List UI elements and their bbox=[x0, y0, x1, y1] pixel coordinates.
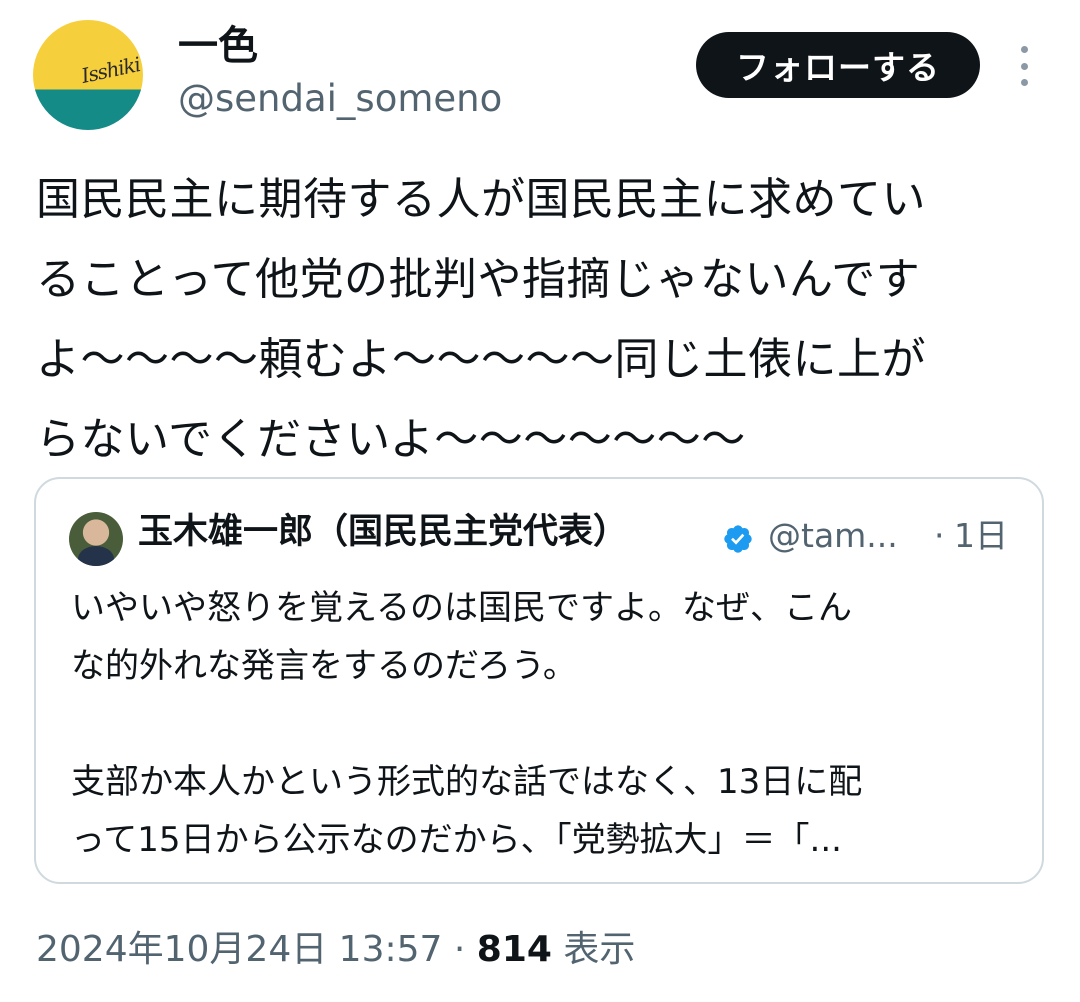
more-dot bbox=[1020, 62, 1028, 70]
quote-line bbox=[71, 695, 1021, 753]
quote-line: な的外れな発言をするのだろう。 bbox=[71, 646, 577, 686]
quoted-author-handle: @tam... bbox=[768, 516, 898, 555]
quoted-tweet-card[interactable]: 玉木雄一郎（国民民主党代表） @tam... · 1日 いやいや怒りを覚えるのは… bbox=[34, 477, 1044, 884]
quoted-tweet-text: いやいや怒りを覚えるのは国民ですよ。なぜ、こん な的外れな発言をするのだろう。 … bbox=[71, 579, 1021, 869]
quoted-author-name: 玉木雄一郎（国民民主党代表） bbox=[138, 512, 629, 552]
quoted-tweet-time: 1日 bbox=[954, 516, 1008, 555]
quoted-author-avatar bbox=[69, 512, 123, 566]
follow-button[interactable]: フォローする bbox=[696, 32, 980, 98]
tweet-line: よ〜〜〜〜頼むよ〜〜〜〜〜同じ土俵に上が bbox=[36, 334, 926, 385]
tweet-line: ることって他党の批判や指摘じゃないんです bbox=[36, 254, 921, 305]
quote-separator: · bbox=[934, 516, 945, 555]
tweet-line: らないでくださいよ〜〜〜〜〜〜〜 bbox=[36, 414, 746, 465]
meta-separator: · bbox=[442, 929, 477, 970]
verified-badge-icon bbox=[724, 525, 752, 553]
more-vertical-icon[interactable] bbox=[1010, 46, 1038, 86]
tweet-meta: 2024年10月24日 13:57 · 814 表示 bbox=[36, 932, 635, 968]
views-label: 表示 bbox=[551, 929, 636, 970]
author-display-name[interactable]: 一色 bbox=[178, 26, 258, 66]
tweet-timestamp[interactable]: 2024年10月24日 13:57 bbox=[36, 929, 442, 970]
more-dot bbox=[1020, 46, 1028, 53]
quote-line: って15日から公示なのだから、「党勢拡大」＝「... bbox=[71, 820, 842, 860]
author-handle[interactable]: @sendai_someno bbox=[178, 80, 502, 117]
views-count: 814 bbox=[476, 929, 552, 970]
quote-line: 支部か本人かという形式的な話ではなく、13日に配 bbox=[71, 762, 863, 802]
quote-line: いやいや怒りを覚えるのは国民ですよ。なぜ、こん bbox=[71, 588, 852, 628]
author-avatar[interactable]: Isshiki bbox=[33, 20, 143, 130]
avatar-signature: Isshiki bbox=[79, 52, 143, 88]
tweet-text: 国民民主に期待する人が国民民主に求めてい ることって他党の批判や指摘じゃないんで… bbox=[36, 160, 1046, 480]
tweet-line: 国民民主に期待する人が国民民主に求めてい bbox=[36, 174, 926, 225]
more-dot bbox=[1020, 79, 1028, 86]
